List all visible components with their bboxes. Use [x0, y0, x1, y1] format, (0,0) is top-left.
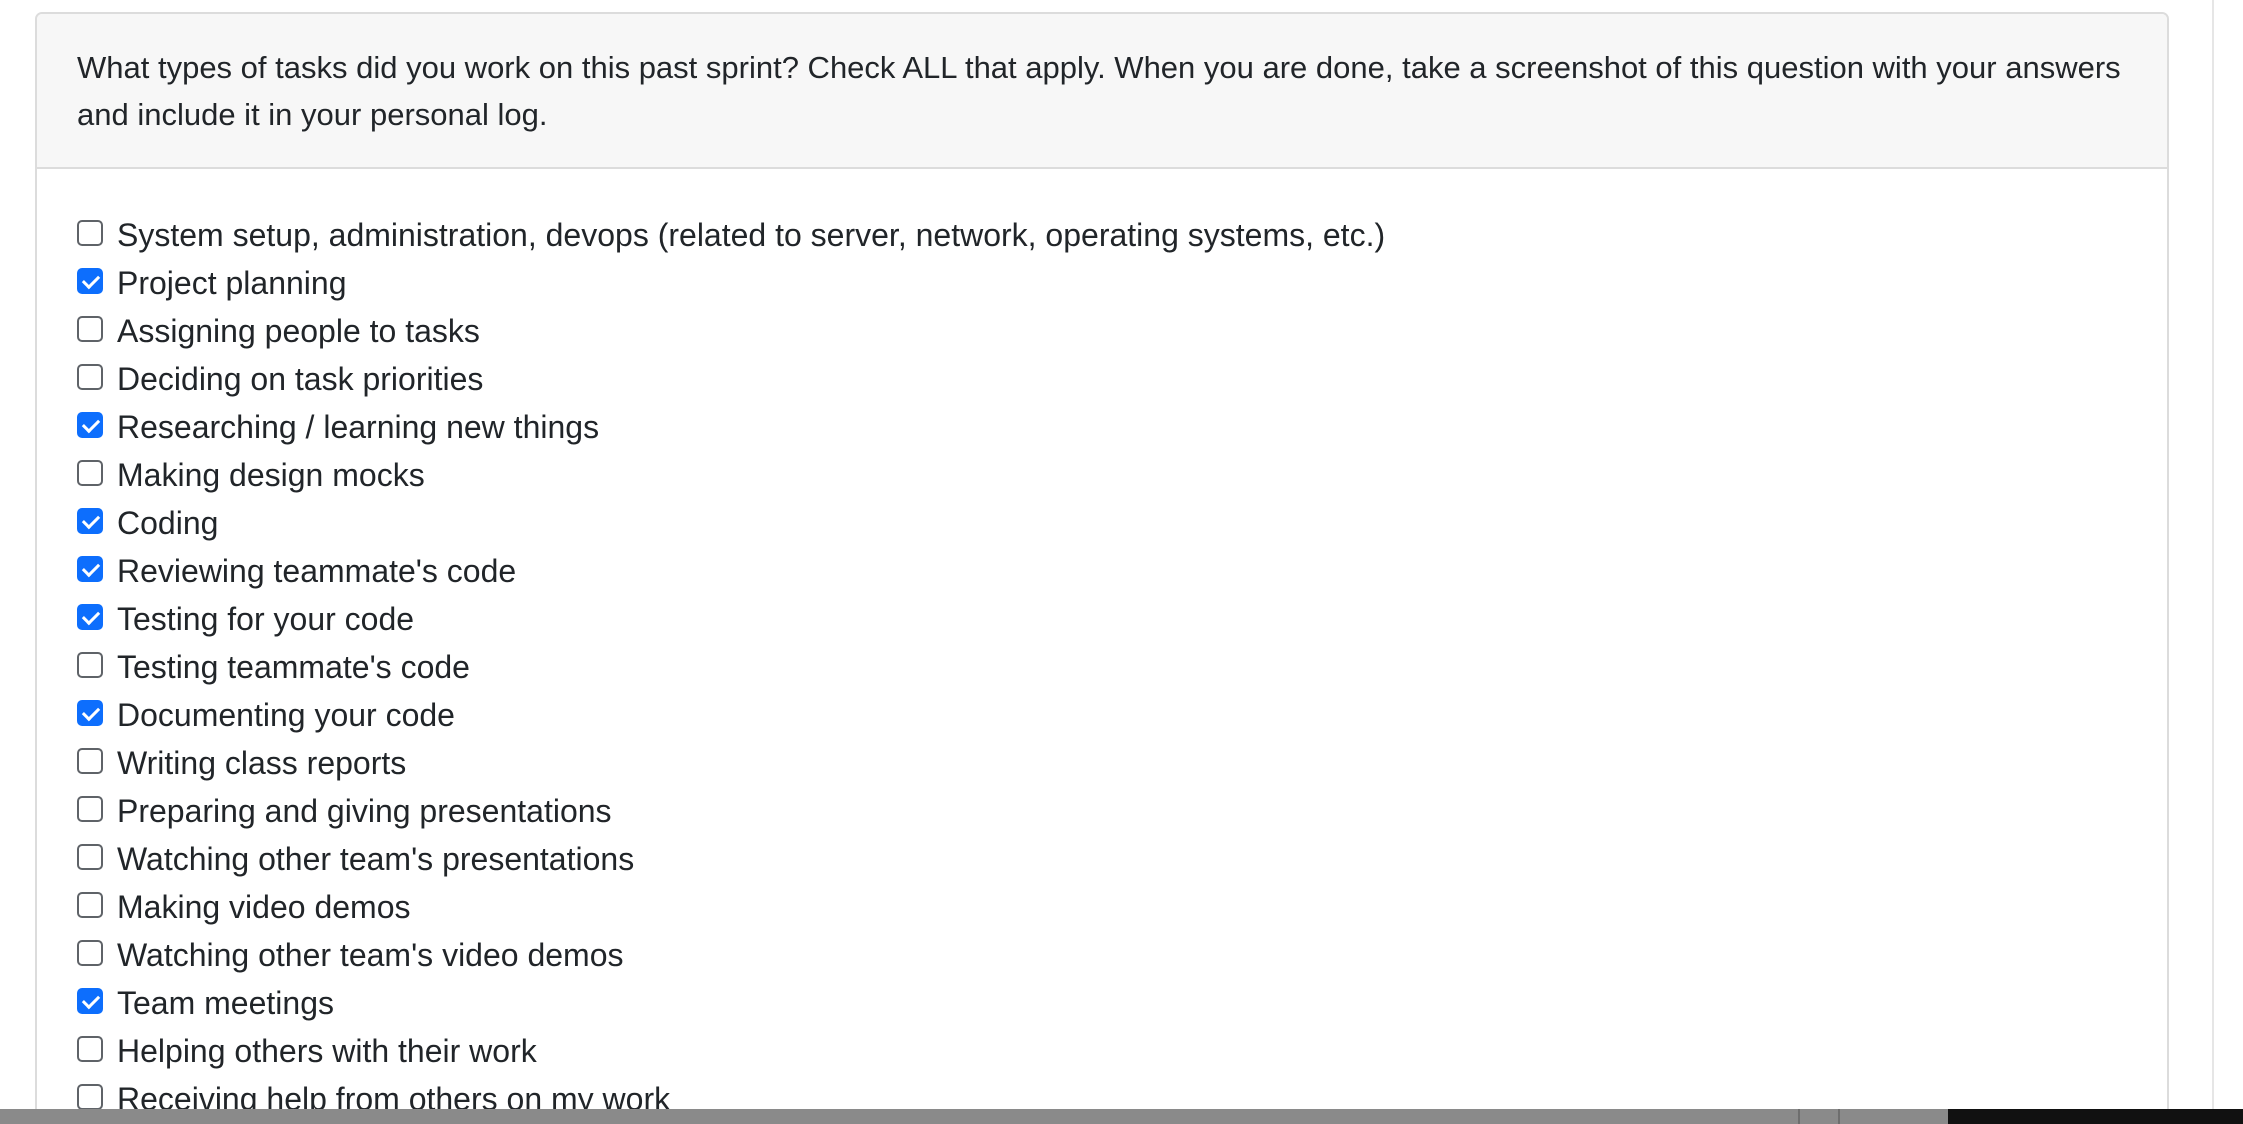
option-label: Researching / learning new things: [117, 408, 600, 445]
option-label: System setup, administration, devops (re…: [117, 216, 1386, 253]
checkbox[interactable]: [77, 1084, 103, 1110]
option-label: Testing for your code: [117, 600, 415, 637]
option-label: Team meetings: [117, 984, 334, 1021]
option-presentations[interactable]: Preparing and giving presentations: [77, 787, 2167, 835]
page-scrollbar-track[interactable]: [2212, 0, 2214, 1124]
option-label: Making video demos: [117, 888, 411, 925]
checkbox[interactable]: [77, 364, 103, 390]
checkbox[interactable]: [77, 700, 103, 726]
option-project-planning[interactable]: Project planning: [77, 259, 2167, 307]
checkbox[interactable]: [77, 940, 103, 966]
option-video-demos[interactable]: Making video demos: [77, 883, 2167, 931]
option-design-mocks[interactable]: Making design mocks: [77, 451, 2167, 499]
checkbox[interactable]: [77, 1036, 103, 1062]
option-label: Documenting your code: [117, 696, 455, 733]
option-testing-own-code[interactable]: Testing for your code: [77, 595, 2167, 643]
checkbox[interactable]: [77, 316, 103, 342]
question-card: What types of tasks did you work on this…: [35, 12, 2169, 1124]
option-label: Making design mocks: [117, 456, 425, 493]
taskbar-divider: [1798, 1109, 1800, 1124]
option-system-setup[interactable]: System setup, administration, devops (re…: [77, 211, 2167, 259]
option-helping-others[interactable]: Helping others with their work: [77, 1027, 2167, 1075]
options-list: System setup, administration, devops (re…: [37, 169, 2167, 1123]
option-class-reports[interactable]: Writing class reports: [77, 739, 2167, 787]
checkbox[interactable]: [77, 460, 103, 486]
option-watching-presentations[interactable]: Watching other team's presentations: [77, 835, 2167, 883]
option-label: Testing teammate's code: [117, 648, 470, 685]
option-label: Assigning people to tasks: [117, 312, 480, 349]
option-label: Preparing and giving presentations: [117, 792, 612, 829]
checkbox[interactable]: [77, 892, 103, 918]
page: What types of tasks did you work on this…: [0, 0, 2243, 1124]
question-header: What types of tasks did you work on this…: [37, 14, 2167, 169]
taskbar-dark-segment: [1948, 1109, 2243, 1124]
checkbox[interactable]: [77, 652, 103, 678]
option-label: Watching other team's video demos: [117, 936, 624, 973]
option-deciding-priorities[interactable]: Deciding on task priorities: [77, 355, 2167, 403]
option-documenting-code[interactable]: Documenting your code: [77, 691, 2167, 739]
option-label: Watching other team's presentations: [117, 840, 635, 877]
option-reviewing-code[interactable]: Reviewing teammate's code: [77, 547, 2167, 595]
option-label: Reviewing teammate's code: [117, 552, 517, 589]
option-coding[interactable]: Coding: [77, 499, 2167, 547]
checkbox[interactable]: [77, 412, 103, 438]
checkbox[interactable]: [77, 556, 103, 582]
option-researching[interactable]: Researching / learning new things: [77, 403, 2167, 451]
checkbox[interactable]: [77, 988, 103, 1014]
option-label: Helping others with their work: [117, 1032, 537, 1069]
option-testing-teammate-code[interactable]: Testing teammate's code: [77, 643, 2167, 691]
checkbox[interactable]: [77, 796, 103, 822]
bottom-taskbar: [0, 1109, 2243, 1124]
checkbox[interactable]: [77, 844, 103, 870]
option-label: Project planning: [117, 264, 347, 301]
checkbox[interactable]: [77, 268, 103, 294]
option-label: Coding: [117, 504, 219, 541]
question-prompt: What types of tasks did you work on this…: [77, 50, 2121, 132]
checkbox[interactable]: [77, 748, 103, 774]
taskbar-divider: [1838, 1109, 1840, 1124]
checkbox[interactable]: [77, 220, 103, 246]
option-label: Deciding on task priorities: [117, 360, 484, 397]
checkbox[interactable]: [77, 508, 103, 534]
checkbox[interactable]: [77, 604, 103, 630]
option-label: Writing class reports: [117, 744, 407, 781]
option-watching-video-demos[interactable]: Watching other team's video demos: [77, 931, 2167, 979]
option-assigning-people[interactable]: Assigning people to tasks: [77, 307, 2167, 355]
option-team-meetings[interactable]: Team meetings: [77, 979, 2167, 1027]
